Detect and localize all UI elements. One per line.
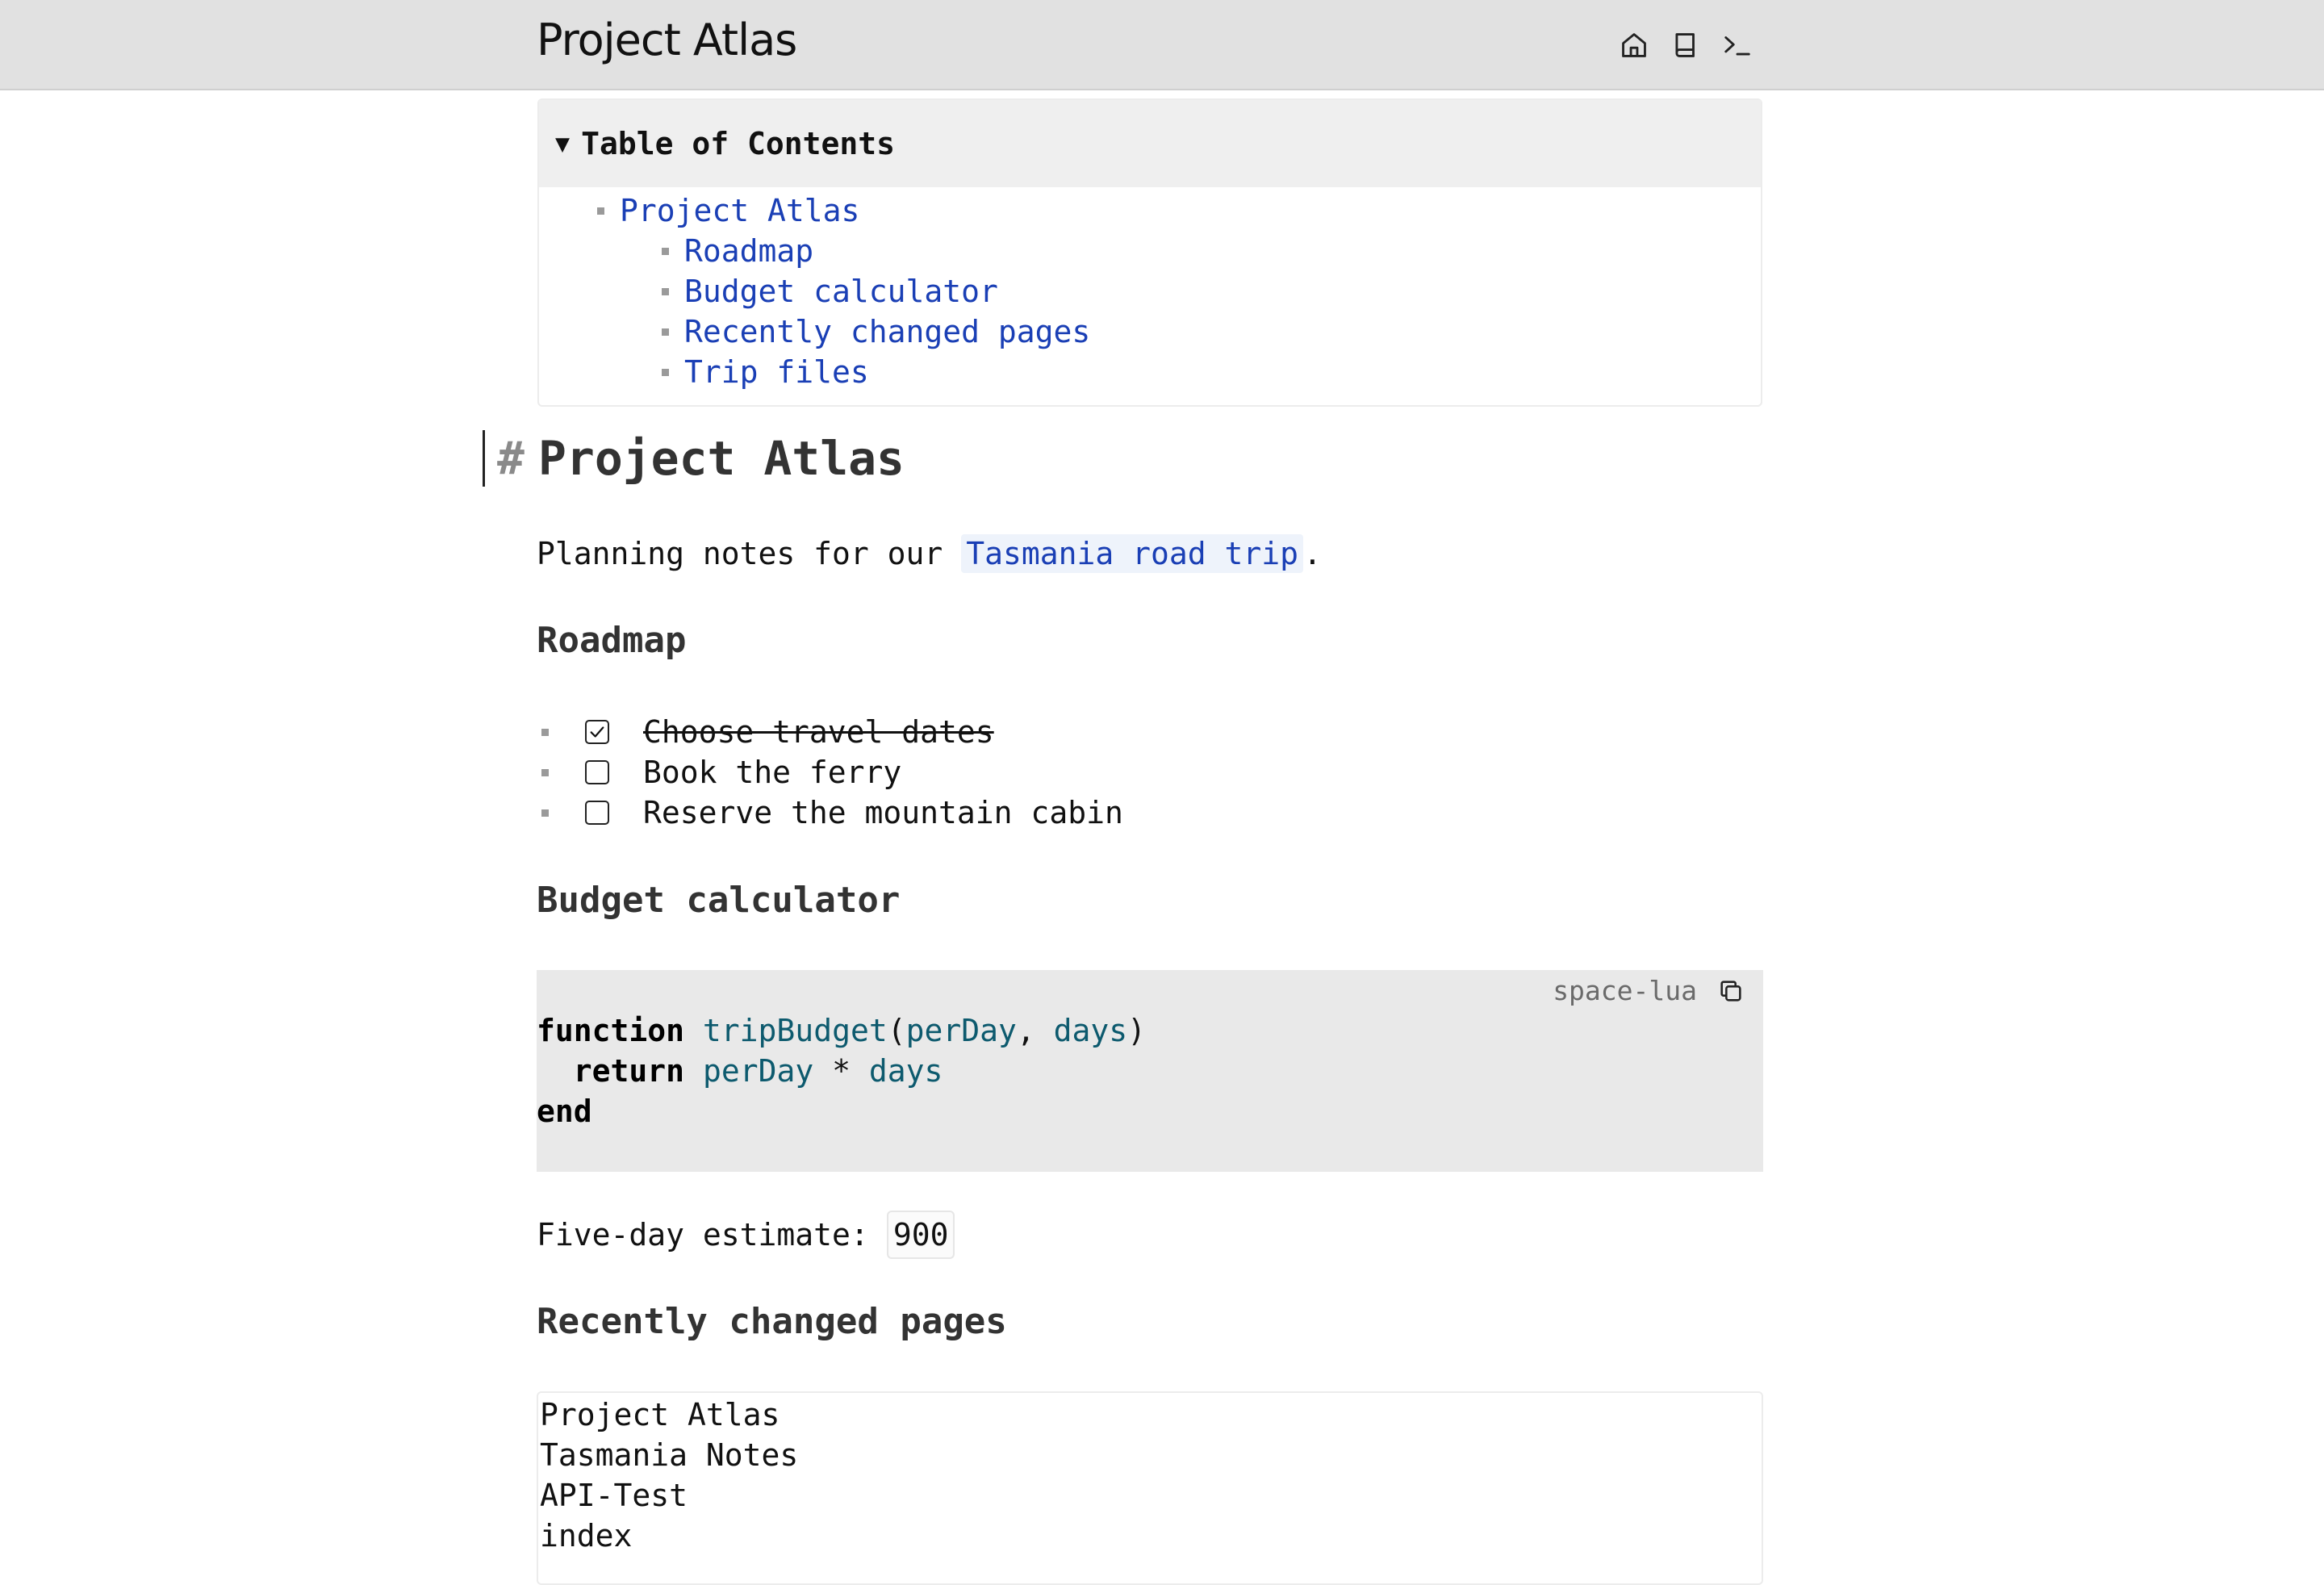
task-list: Choose travel dates Book the ferry Reser… bbox=[537, 712, 1123, 833]
code-keyword: return bbox=[573, 1053, 685, 1089]
code-function-name: tripBudget bbox=[702, 1013, 888, 1048]
recent-page-item[interactable]: API-Test bbox=[538, 1475, 1762, 1516]
estimate-line[interactable]: Five-day estimate: 900 bbox=[537, 1211, 955, 1259]
action-buttons bbox=[1618, 27, 1753, 63]
toc-link-roadmap[interactable]: Roadmap bbox=[684, 233, 813, 269]
toc-list: Project Atlas Roadmap Budget calculator … bbox=[539, 190, 1761, 392]
toc-link-trip-files[interactable]: Trip files bbox=[684, 354, 869, 390]
checkmark-icon bbox=[590, 726, 604, 738]
toc-title: Table of Contents bbox=[581, 126, 895, 161]
task-checkbox[interactable] bbox=[585, 801, 609, 825]
task-label[interactable]: Book the ferry bbox=[643, 755, 901, 790]
estimate-value: 900 bbox=[886, 1211, 955, 1259]
code-keyword: function bbox=[537, 1013, 685, 1048]
heading-budget-calculator[interactable]: Budget calculator bbox=[537, 880, 900, 921]
wiki-link-tasmania[interactable]: Tasmania road trip bbox=[961, 534, 1304, 573]
code-text[interactable]: function tripBudget(perDay, days) return… bbox=[537, 1010, 1146, 1131]
recent-page-item[interactable]: Tasmania Notes bbox=[538, 1435, 1762, 1475]
code-punct: ) bbox=[1127, 1013, 1147, 1048]
task-item: Reserve the mountain cabin bbox=[537, 792, 1123, 833]
intro-suffix: . bbox=[1303, 536, 1322, 571]
bullet-icon bbox=[541, 769, 549, 776]
task-item: Choose travel dates bbox=[537, 712, 1123, 752]
bullet-icon bbox=[597, 207, 604, 215]
bullet-icon bbox=[662, 248, 669, 255]
recent-page-item[interactable]: Project Atlas bbox=[538, 1395, 1762, 1435]
recent-pages-widget: Project Atlas Tasmania Notes API-Test in… bbox=[537, 1391, 1763, 1585]
task-item: Book the ferry bbox=[537, 752, 1123, 792]
heading-roadmap[interactable]: Roadmap bbox=[537, 620, 686, 661]
toc-item: Roadmap bbox=[539, 231, 1761, 271]
bullet-icon bbox=[662, 369, 669, 376]
heading-recently-changed[interactable]: Recently changed pages bbox=[537, 1301, 1007, 1342]
code-param: perDay bbox=[905, 1013, 1017, 1048]
code-punct: , bbox=[1016, 1013, 1054, 1048]
bullet-icon bbox=[662, 328, 669, 336]
task-label[interactable]: Choose travel dates bbox=[643, 714, 994, 750]
toc-link-project-atlas[interactable]: Project Atlas bbox=[620, 193, 859, 228]
toc-toggle[interactable]: ▼ Table of Contents bbox=[539, 100, 1761, 187]
code-keyword: end bbox=[537, 1094, 592, 1129]
terminal-icon bbox=[1724, 36, 1750, 56]
task-checkbox[interactable] bbox=[585, 760, 609, 784]
code-operator: * bbox=[813, 1053, 869, 1089]
intro-paragraph[interactable]: Planning notes for our Tasmania road tri… bbox=[537, 533, 1322, 575]
toc-link-budget-calculator[interactable]: Budget calculator bbox=[684, 274, 998, 309]
command-button[interactable] bbox=[1721, 27, 1753, 63]
pages-button[interactable] bbox=[1670, 27, 1702, 63]
code-block[interactable]: space-lua function tripBudget(perDay, da… bbox=[537, 970, 1763, 1172]
top-bar: Project Atlas bbox=[0, 0, 2324, 90]
toc-item: Project Atlas bbox=[539, 190, 1761, 231]
bullet-icon bbox=[541, 809, 549, 817]
intro-text: Planning notes for our bbox=[537, 536, 962, 571]
home-icon bbox=[1622, 33, 1646, 57]
task-label[interactable]: Reserve the mountain cabin bbox=[643, 795, 1123, 830]
bullet-icon bbox=[541, 729, 549, 736]
heading-1-row[interactable]: # Project Atlas bbox=[483, 429, 905, 487]
heading-marker: # bbox=[497, 432, 525, 485]
toc-item: Budget calculator bbox=[539, 271, 1761, 312]
code-punct: ( bbox=[887, 1013, 906, 1048]
task-checkbox[interactable] bbox=[585, 720, 609, 744]
code-param: days bbox=[1053, 1013, 1128, 1048]
copy-icon bbox=[1720, 981, 1741, 1002]
page-name[interactable]: Project Atlas bbox=[537, 15, 797, 65]
book-icon bbox=[1675, 33, 1695, 57]
recent-page-item[interactable]: index bbox=[538, 1516, 1762, 1556]
toc-item: Trip files bbox=[539, 352, 1761, 392]
toc-item: Recently changed pages bbox=[539, 312, 1761, 352]
table-of-contents: ▼ Table of Contents Project Atlas Roadma… bbox=[537, 98, 1762, 407]
code-variable: perDay bbox=[702, 1053, 814, 1089]
code-language-label: space-lua bbox=[1553, 974, 1697, 1006]
estimate-label: Five-day estimate: bbox=[537, 1217, 869, 1253]
code-variable: days bbox=[868, 1053, 943, 1089]
home-button[interactable] bbox=[1618, 27, 1650, 63]
triangle-down-icon: ▼ bbox=[555, 129, 571, 158]
page-heading[interactable]: Project Atlas bbox=[538, 431, 905, 486]
bullet-icon bbox=[662, 288, 669, 295]
toc-link-recently-changed[interactable]: Recently changed pages bbox=[684, 314, 1090, 349]
copy-code-button[interactable] bbox=[1715, 975, 1747, 1007]
